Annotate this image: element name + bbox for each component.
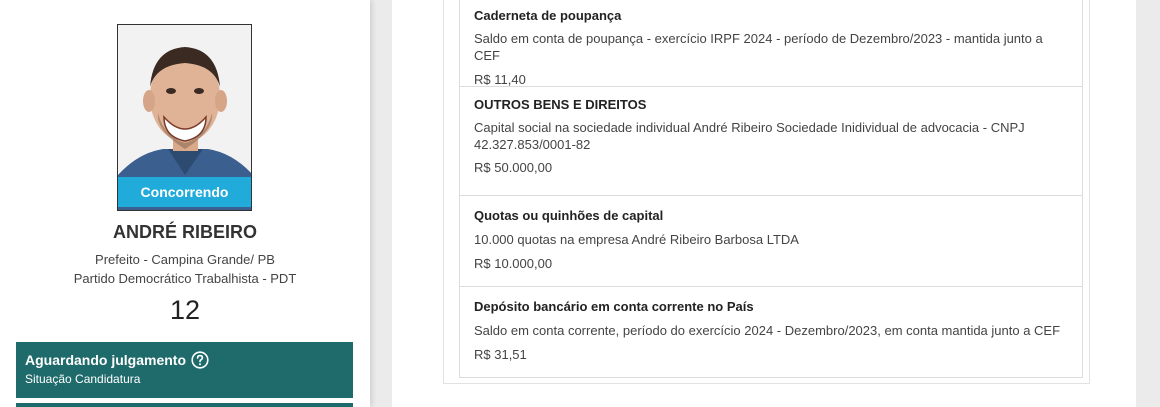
- candidacy-situation-title: Aguardando julgamento: [25, 352, 186, 368]
- candidacy-situation-box: Aguardando julgamento Situação Candidatu…: [16, 342, 353, 398]
- asset-description: Saldo em conta de poupança - exercício I…: [474, 31, 1043, 63]
- asset-title: Depósito bancário em conta corrente no P…: [474, 299, 754, 314]
- candidacy-situation-label: Situação Candidatura: [25, 372, 141, 386]
- candidacy-situation-title-row: Aguardando julgamento: [25, 351, 344, 369]
- asset-description: Saldo em conta corrente, período do exer…: [474, 323, 1061, 338]
- asset-value: R$ 11,40: [474, 72, 526, 87]
- asset-value: R$ 10.000,00: [474, 256, 553, 271]
- asset-title: Quotas ou quinhões de capital: [474, 208, 664, 223]
- candidate-photo: Concorrendo: [117, 24, 252, 211]
- asset-title: Caderneta de poupança: [474, 8, 622, 23]
- asset-value: R$ 31,51: [474, 347, 527, 362]
- candidate-number: 12: [169, 295, 201, 325]
- declared-assets-items: Caderneta de poupança Saldo em conta de …: [459, 0, 1083, 378]
- candidate-name: ANDRÉ RIBEIRO: [112, 222, 257, 242]
- help-circle-icon[interactable]: [191, 351, 209, 369]
- candidate-page: Concorrendo ANDRÉ RIBEIRO Prefeito - Cam…: [0, 0, 1160, 407]
- candidate-office: Prefeito - Campina Grande/ PB: [95, 252, 275, 267]
- asset-item: Quotas ou quinhões de capital 10.000 quo…: [459, 196, 1083, 287]
- asset-item: Caderneta de poupança Saldo em conta de …: [459, 0, 1083, 87]
- candidate-profile-panel: Concorrendo ANDRÉ RIBEIRO Prefeito - Cam…: [0, 0, 370, 407]
- declared-assets-card: Caderneta de poupança Saldo em conta de …: [392, 0, 1136, 407]
- asset-title: OUTROS BENS E DIREITOS: [474, 97, 647, 112]
- next-section-strip: [16, 403, 353, 407]
- asset-description: 10.000 quotas na empresa André Ribeiro B…: [474, 232, 799, 247]
- declared-assets-list: Caderneta de poupança Saldo em conta de …: [443, 0, 1090, 384]
- candidacy-status-badge: Concorrendo: [118, 177, 251, 207]
- asset-description: Capital social na sociedade individual A…: [474, 120, 1025, 152]
- asset-item: Depósito bancário em conta corrente no P…: [459, 287, 1083, 378]
- candidate-party: Partido Democrático Trabalhista - PDT: [73, 271, 297, 286]
- asset-item: OUTROS BENS E DIREITOS Capital social na…: [459, 87, 1083, 196]
- asset-value: R$ 50.000,00: [474, 160, 553, 175]
